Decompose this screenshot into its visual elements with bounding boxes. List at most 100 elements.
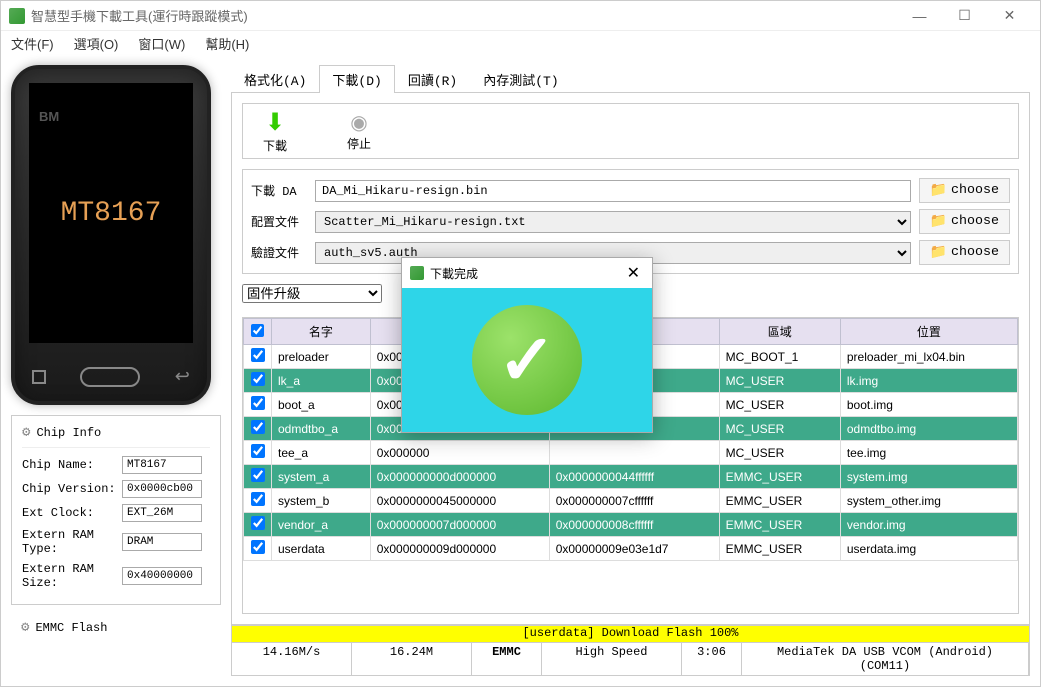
row-name: system_b (272, 489, 371, 513)
status-bar: [userdata] Download Flash 100% (231, 625, 1030, 643)
table-row[interactable]: userdata 0x000000009d000000 0x00000009e0… (244, 537, 1018, 561)
checkmark-icon: ✓ (472, 305, 582, 415)
col-check[interactable] (244, 319, 272, 345)
gear-icon: ⚙ (22, 424, 30, 441)
row-region: MC_USER (719, 441, 840, 465)
scatter-choose-button[interactable]: 📁choose (919, 209, 1010, 234)
folder-icon: 📁 (930, 244, 947, 261)
row-region: EMMC_USER (719, 537, 840, 561)
da-label: 下載 DA (251, 182, 307, 199)
home-button-icon (80, 367, 140, 387)
row-checkbox[interactable] (251, 348, 265, 362)
info-mode: High Speed (542, 643, 682, 675)
ram-size-label: Extern RAM Size: (22, 562, 122, 590)
maximize-button[interactable]: ☐ (942, 1, 987, 31)
row-region: EMMC_USER (719, 489, 840, 513)
row-start: 0x000000009d000000 (370, 537, 549, 561)
table-row[interactable]: system_a 0x000000000d000000 0x0000000044… (244, 465, 1018, 489)
chip-name-label: Chip Name: (22, 458, 122, 472)
row-checkbox[interactable] (251, 492, 265, 506)
row-name: system_a (272, 465, 371, 489)
phone-brand: BM (39, 109, 59, 124)
ext-clock-field[interactable] (122, 504, 202, 522)
tab-memtest[interactable]: 內存測試(T) (470, 65, 571, 93)
chip-version-label: Chip Version: (22, 482, 122, 496)
download-arrow-icon: ⬇ (265, 108, 285, 137)
menu-file[interactable]: 文件(F) (11, 34, 54, 53)
ram-type-field[interactable] (122, 533, 202, 551)
row-location: userdata.img (840, 537, 1017, 561)
dialog-title-text: 下載完成 (430, 265, 617, 282)
ram-type-label: Extern RAM Type: (22, 528, 122, 556)
row-checkbox[interactable] (251, 516, 265, 530)
dialog-close-button[interactable]: ✕ (623, 263, 644, 283)
menu-options[interactable]: 選項(O) (74, 34, 119, 53)
tab-bar: 格式化(A) 下載(D) 回讀(R) 內存測試(T) (231, 65, 1030, 93)
row-end: 0x0000000044ffffff (549, 465, 719, 489)
titlebar: 智慧型手機下載工具(運行時跟蹤模式) — ☐ ✕ (1, 1, 1040, 31)
col-region: 區域 (719, 319, 840, 345)
tab-download[interactable]: 下載(D) (319, 65, 394, 93)
download-button[interactable]: ⬇ 下載 (263, 108, 287, 154)
row-name: lk_a (272, 369, 371, 393)
row-name: boot_a (272, 393, 371, 417)
info-total: 16.24M (352, 643, 472, 675)
minimize-button[interactable]: — (897, 1, 942, 31)
col-location: 位置 (840, 319, 1017, 345)
da-input[interactable] (315, 180, 911, 202)
row-checkbox[interactable] (251, 444, 265, 458)
menu-window[interactable]: 窗口(W) (138, 34, 185, 53)
info-bar: 14.16M/s 16.24M EMMC High Speed 3:06 Med… (231, 643, 1030, 676)
row-start: 0x000000000d000000 (370, 465, 549, 489)
chip-info-panel: ⚙ Chip Info Chip Name: Chip Version: Ext… (11, 415, 221, 605)
dialog-icon (410, 266, 424, 280)
menubar: 文件(F) 選項(O) 窗口(W) 幫助(H) (1, 31, 1040, 55)
row-checkbox[interactable] (251, 396, 265, 410)
ram-size-field[interactable] (122, 567, 202, 585)
close-button[interactable]: ✕ (987, 1, 1032, 31)
row-location: odmdtbo.img (840, 417, 1017, 441)
row-checkbox[interactable] (251, 468, 265, 482)
row-region: MC_USER (719, 417, 840, 441)
row-region: MC_USER (719, 393, 840, 417)
row-checkbox[interactable] (251, 540, 265, 554)
table-row[interactable]: tee_a 0x000000 MC_USER tee.img (244, 441, 1018, 465)
menu-help[interactable]: 幫助(H) (205, 34, 249, 53)
row-region: MC_BOOT_1 (719, 345, 840, 369)
tab-readback[interactable]: 回讀(R) (395, 65, 470, 93)
row-end: 0x000000007cffffff (549, 489, 719, 513)
row-checkbox[interactable] (251, 420, 265, 434)
table-row[interactable]: system_b 0x0000000045000000 0x000000007c… (244, 489, 1018, 513)
row-name: odmdtbo_a (272, 417, 371, 441)
chip-name-field[interactable] (122, 456, 202, 474)
chip-version-field[interactable] (122, 480, 202, 498)
row-name: tee_a (272, 441, 371, 465)
app-icon (9, 8, 25, 24)
info-speed: 14.16M/s (232, 643, 352, 675)
row-name: vendor_a (272, 513, 371, 537)
scatter-select[interactable]: Scatter_Mi_Hikaru-resign.txt (315, 211, 911, 233)
da-choose-button[interactable]: 📁choose (919, 178, 1010, 203)
ext-clock-label: Ext Clock: (22, 506, 122, 520)
info-time: 3:06 (682, 643, 742, 675)
auth-choose-button[interactable]: 📁choose (919, 240, 1010, 265)
row-region: MC_USER (719, 369, 840, 393)
window-title: 智慧型手機下載工具(運行時跟蹤模式) (31, 6, 897, 25)
auth-label: 驗證文件 (251, 244, 307, 261)
row-checkbox[interactable] (251, 372, 265, 386)
emmc-label: EMMC Flash (35, 621, 107, 635)
recent-apps-icon (32, 370, 46, 384)
stop-button[interactable]: ◉ 停止 (347, 110, 371, 152)
tab-format[interactable]: 格式化(A) (231, 65, 319, 93)
info-port: MediaTek DA USB VCOM (Android) (COM11) (742, 643, 1029, 675)
back-icon: ↩ (175, 366, 190, 387)
table-row[interactable]: vendor_a 0x000000007d000000 0x000000008c… (244, 513, 1018, 537)
row-start: 0x000000007d000000 (370, 513, 549, 537)
download-complete-dialog: 下載完成 ✕ ✓ (401, 257, 653, 433)
mode-select[interactable]: 固件升級 (242, 284, 382, 303)
row-start: 0x000000 (370, 441, 549, 465)
gear-icon: ⚙ (21, 619, 29, 636)
row-location: preloader_mi_lx04.bin (840, 345, 1017, 369)
emmc-flash-row[interactable]: ⚙ EMMC Flash (11, 615, 221, 640)
scatter-label: 配置文件 (251, 213, 307, 230)
